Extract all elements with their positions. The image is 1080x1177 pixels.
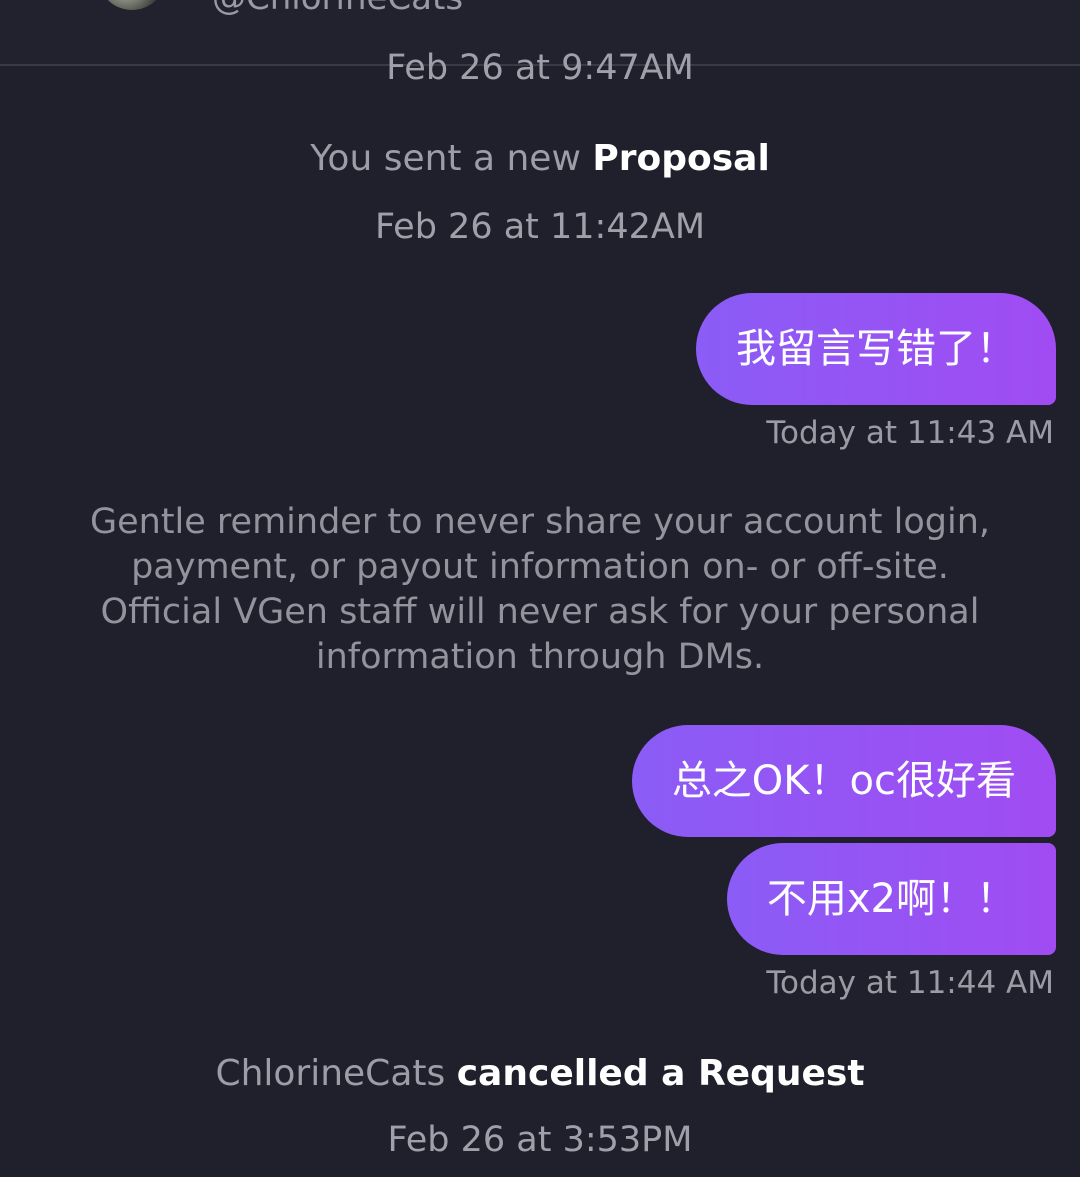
proposal-event-timestamp: Feb 26 at 11:42AM xyxy=(374,207,706,247)
message-1-timestamp: Today at 11:43 AM xyxy=(766,415,1054,451)
proposal-event: You sent a new Proposal xyxy=(0,136,1080,182)
avatar[interactable] xyxy=(100,0,164,10)
user-handle[interactable]: @ChlorineCats xyxy=(212,0,463,18)
proposal-event-prefix: You sent a new xyxy=(310,138,581,179)
chat-screen: @ChlorineCats Feb 26 at 9:47AM You sent … xyxy=(0,0,1080,1177)
message-3-timestamp: Today at 11:44 AM xyxy=(766,965,1054,1001)
cancel-event: ChlorineCats cancelled a Request xyxy=(0,1051,1080,1097)
safety-notice-line: information through DMs. xyxy=(315,637,765,677)
safety-notice: Gentle reminder to never share your acco… xyxy=(60,500,1020,680)
event-timestamp-top: Feb 26 at 9:47AM xyxy=(386,48,694,88)
safety-notice-line: Gentle reminder to never share your acco… xyxy=(89,502,991,542)
safety-notice-line: payment, or payout information on- or of… xyxy=(131,547,949,587)
cancel-event-actor[interactable]: ChlorineCats xyxy=(215,1053,445,1094)
cancel-event-action[interactable]: cancelled a Request xyxy=(457,1053,865,1094)
safety-notice-line: Official VGen staff will never ask for y… xyxy=(100,592,980,632)
proposal-link[interactable]: Proposal xyxy=(592,138,769,179)
message-bubble-1[interactable]: 我留言写错了！ xyxy=(696,293,1056,405)
message-bubble-2[interactable]: 总之OK！oc很好看 xyxy=(631,725,1056,837)
cancel-event-timestamp: Feb 26 at 3:53PM xyxy=(387,1120,693,1160)
message-bubble-3[interactable]: 不用x2啊！！ xyxy=(726,843,1056,955)
